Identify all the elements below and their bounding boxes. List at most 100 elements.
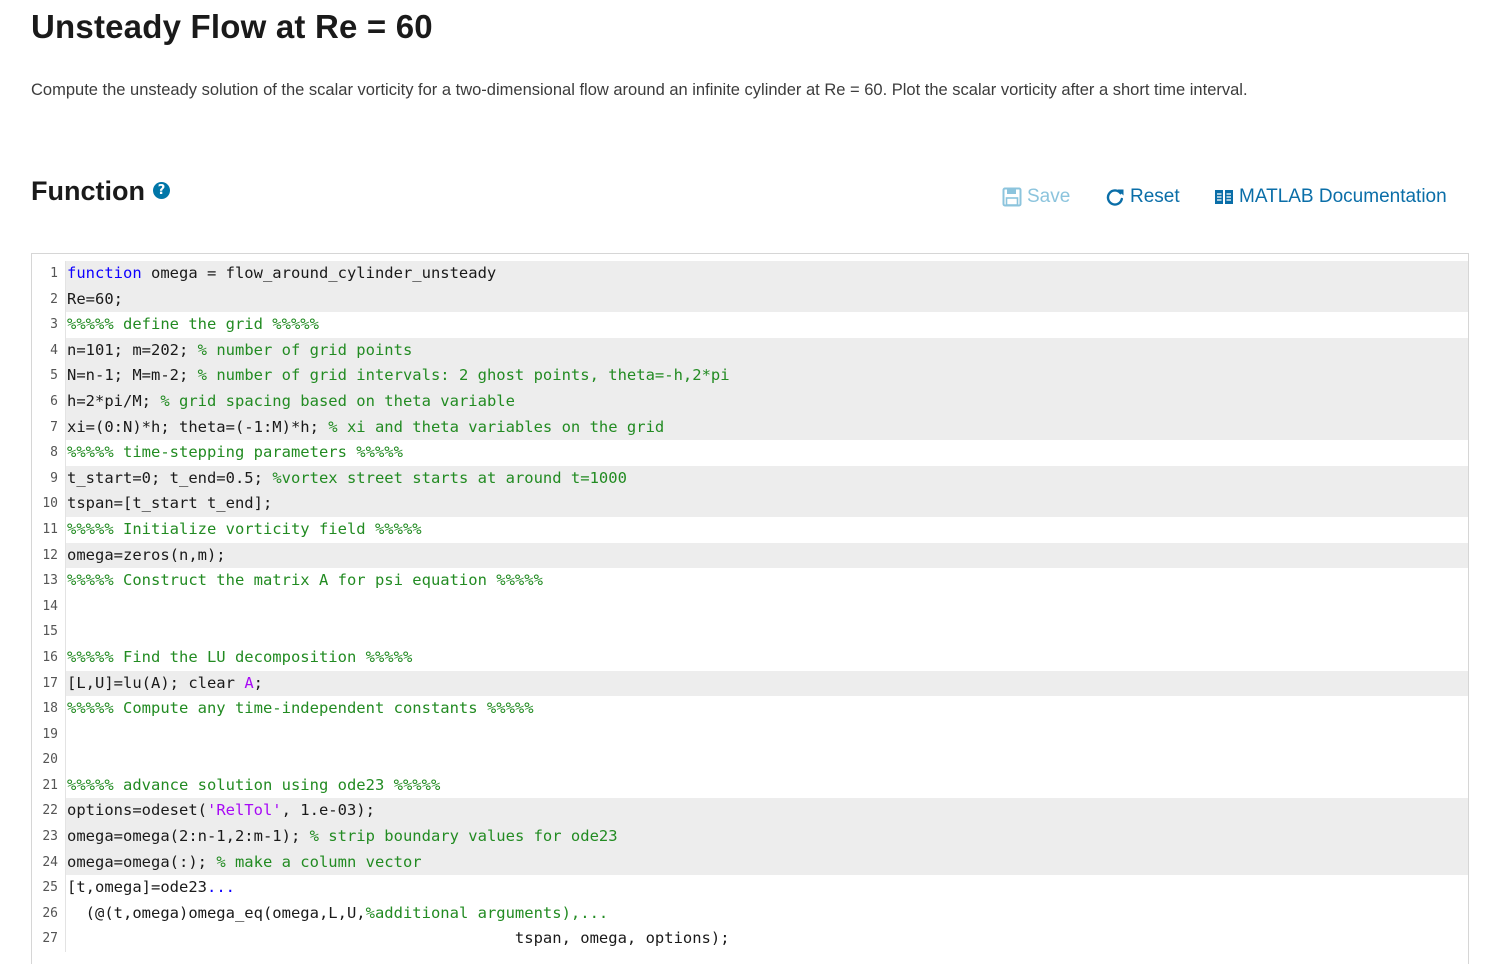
code-token: omega=zeros(n,m);	[67, 545, 226, 564]
code-text[interactable]: n=101; m=202; % number of grid points	[66, 338, 412, 364]
code-text[interactable]: (@(t,omega)omega_eq(omega,L,U,%additiona…	[66, 901, 609, 927]
code-comment: %%%%% define the grid %%%%%	[67, 315, 319, 334]
code-text[interactable]: options=odeset('RelTol', 1.e-03);	[66, 798, 375, 824]
code-line[interactable]: 1 function omega = flow_around_cylinder_u…	[32, 261, 1468, 287]
code-line[interactable]: 18%%%%% Compute any time-independent con…	[32, 696, 1468, 722]
code-line[interactable]: 15	[32, 619, 1468, 645]
code-text[interactable]: %%%%% define the grid %%%%%	[66, 312, 319, 338]
line-number: 5	[32, 363, 66, 389]
matlab-documentation-link[interactable]: MATLAB Documentation	[1214, 185, 1447, 209]
code-token: omega = flow_around_cylinder_unsteady	[141, 264, 497, 282]
line-number: 21	[32, 772, 66, 799]
code-token: tspan, omega, options);	[67, 929, 730, 948]
code-line[interactable]: 4 n=101; m=202; % number of grid points	[32, 337, 1468, 364]
code-text[interactable]: %%%%% advance solution using ode23 %%%%%	[66, 773, 440, 799]
code-line[interactable]: 23 omega=omega(2:n-1,2:m-1); % strip boun…	[32, 824, 1468, 850]
line-number: 14	[32, 593, 66, 620]
line-number: 3	[32, 312, 66, 338]
code-editor[interactable]: 1 function omega = flow_around_cylinder_u…	[31, 253, 1469, 964]
code-text[interactable]: omega=omega(:); % make a column vector	[66, 850, 422, 876]
code-string: A	[244, 673, 254, 692]
code-line[interactable]: 3%%%%% define the grid %%%%%	[32, 312, 1468, 338]
code-text[interactable]: omega=omega(2:n-1,2:m-1); % strip bounda…	[66, 824, 618, 850]
save-button[interactable]: Save	[1002, 185, 1070, 209]
code-line[interactable]: 5 N=n-1; M=m-2; % number of grid interval…	[32, 363, 1468, 389]
code-line[interactable]: 2 Re=60;	[32, 286, 1468, 313]
code-string: 'RelTol'	[206, 801, 282, 820]
code-line[interactable]: 8%%%%% time-stepping parameters %%%%%	[32, 440, 1468, 466]
code-line[interactable]: 13%%%%% Construct the matrix A for psi e…	[32, 568, 1468, 594]
code-line[interactable]: 6 h=2*pi/M; % grid spacing based on theta…	[32, 388, 1468, 415]
code-line[interactable]: 26 (@(t,omega)omega_eq(omega,L,U,%additi…	[32, 900, 1468, 927]
code-token: t_start=0; t_end=0.5;	[67, 468, 273, 487]
code-text[interactable]: %%%%% Find the LU decomposition %%%%%	[66, 645, 412, 671]
code-token: ;	[253, 673, 263, 692]
line-number: 7	[32, 414, 66, 441]
code-token: h=2*pi/M;	[67, 391, 161, 410]
code-comment: %vortex street starts at around t=1000	[272, 468, 627, 487]
code-line[interactable]: 7 xi=(0:N)*h; theta=(-1:M)*h; % xi and th…	[32, 414, 1468, 441]
code-text[interactable]: %%%%% Compute any time-independent const…	[66, 696, 534, 722]
code-line[interactable]: 21%%%%% advance solution using ode23 %%%…	[32, 772, 1468, 799]
line-number: 18	[32, 696, 66, 722]
code-comment: %%%%% Construct the matrix A for psi equ…	[67, 571, 543, 590]
code-line[interactable]: 12 omega=zeros(n,m);	[32, 542, 1468, 569]
code-text[interactable]: %%%%% Initialize vorticity field %%%%%	[66, 517, 422, 543]
code-line[interactable]: 25 [t,omega]=ode23...	[32, 875, 1468, 901]
code-comment: %%%%% Initialize vorticity field %%%%%	[67, 519, 422, 538]
problem-description: Compute the unsteady solution of the sca…	[31, 81, 1248, 99]
line-number: 9	[32, 465, 66, 492]
reset-label: Reset	[1130, 186, 1180, 207]
code-text[interactable]: [L,U]=lu(A); clear A;	[66, 671, 263, 697]
code-token: N=n-1; M=m-2;	[67, 366, 198, 385]
line-number: 11	[32, 516, 66, 543]
line-number: 25	[32, 875, 66, 901]
code-text[interactable]: omega=zeros(n,m);	[66, 543, 226, 569]
code-text[interactable]: Re=60;	[66, 287, 123, 313]
code-line[interactable]: 9 t_start=0; t_end=0.5; %vortex street st…	[32, 465, 1468, 492]
code-line[interactable]: 11%%%%% Initialize vorticity field %%%%%	[32, 516, 1468, 543]
code-line[interactable]: 19	[32, 721, 1468, 748]
line-number: 27	[32, 926, 66, 953]
code-token: [t,omega]=ode23	[67, 878, 207, 897]
code-text[interactable]: tspan, omega, options);	[66, 926, 730, 952]
code-line[interactable]: 10 tspan=[t_start t_end];	[32, 491, 1468, 517]
code-text[interactable]: [t,omega]=ode23...	[66, 875, 235, 901]
line-number: 19	[32, 721, 66, 748]
code-comment: % number of grid intervals: 2 ghost poin…	[197, 366, 730, 385]
code-line[interactable]: 20	[32, 747, 1468, 773]
code-text[interactable]: %%%%% Construct the matrix A for psi equ…	[66, 568, 543, 594]
line-number: 22	[32, 798, 66, 825]
code-text[interactable]: N=n-1; M=m-2; % number of grid intervals…	[66, 363, 730, 389]
help-icon[interactable]: ?	[152, 182, 170, 199]
code-token: tspan=[t_start t_end];	[67, 494, 273, 513]
code-line[interactable]: 14	[32, 593, 1468, 620]
line-number: 8	[32, 440, 66, 466]
book-icon	[1215, 190, 1233, 204]
line-number: 6	[32, 388, 66, 415]
line-number: 13	[32, 568, 66, 594]
code-line[interactable]: 16%%%%% Find the LU decomposition %%%%%	[32, 644, 1468, 671]
code-text[interactable]: tspan=[t_start t_end];	[66, 491, 272, 517]
code-line[interactable]: 27 tspan, omega, options);	[32, 926, 1468, 953]
line-number: 4	[32, 337, 66, 364]
line-number: 26	[32, 900, 66, 927]
code-text[interactable]: t_start=0; t_end=0.5; %vortex street sta…	[66, 466, 627, 492]
code-comment: % strip boundary values for ode23	[309, 827, 618, 846]
code-text[interactable]: function omega = flow_around_cylinder_un…	[66, 261, 496, 287]
code-line[interactable]: 22 options=odeset('RelTol', 1.e-03);	[32, 798, 1468, 825]
code-comment: %%%%% Compute any time-independent const…	[67, 699, 534, 718]
code-token: Re=60;	[67, 289, 123, 308]
code-keyword: function	[67, 264, 142, 282]
line-number: 10	[32, 491, 66, 517]
code-comment: %%%%% advance solution using ode23 %%%%%	[67, 775, 441, 794]
code-token: options=odeset(	[67, 801, 207, 820]
code-line[interactable]: 24 omega=omega(:); % make a column vector	[32, 849, 1468, 876]
code-text[interactable]: h=2*pi/M; % grid spacing based on theta …	[66, 389, 515, 415]
line-number: 15	[32, 619, 66, 645]
reset-button[interactable]: Reset	[1105, 185, 1180, 209]
code-text[interactable]: %%%%% time-stepping parameters %%%%%	[66, 440, 403, 466]
code-lines: 1 function omega = flow_around_cylinder_u…	[32, 261, 1468, 953]
code-text[interactable]: xi=(0:N)*h; theta=(-1:M)*h; % xi and the…	[66, 415, 664, 441]
code-line[interactable]: 17 [L,U]=lu(A); clear A;	[32, 670, 1468, 697]
